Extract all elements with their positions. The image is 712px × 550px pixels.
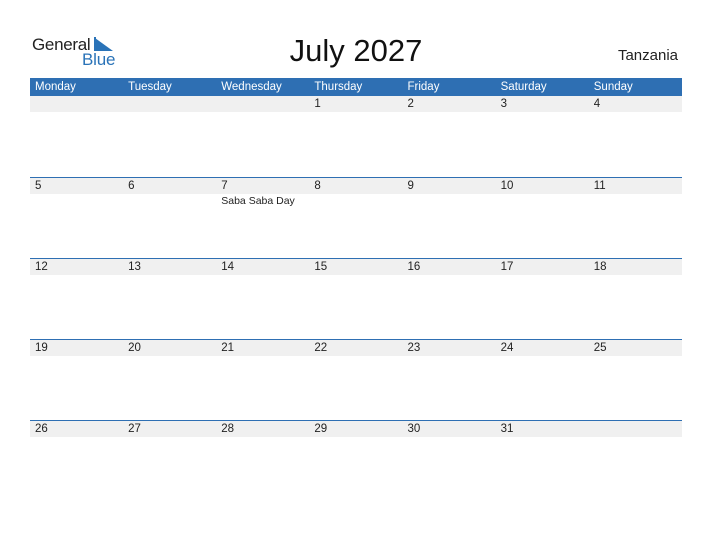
week-row: 1 2 3 4 bbox=[30, 96, 682, 177]
day-number: 2 bbox=[407, 98, 414, 110]
weekday-thursday: Thursday bbox=[314, 81, 363, 93]
day-number: 19 bbox=[35, 342, 48, 354]
day-number: 15 bbox=[314, 261, 328, 273]
day-number: 29 bbox=[314, 423, 328, 435]
holiday-event: Saba Saba Day bbox=[221, 195, 295, 207]
day-number: 26 bbox=[35, 423, 48, 435]
day-events bbox=[30, 194, 123, 208]
day-number: 13 bbox=[128, 261, 141, 273]
weekday-monday: Monday bbox=[35, 81, 76, 93]
day-number: 10 bbox=[500, 180, 514, 192]
weekday-tuesday: Tuesday bbox=[128, 81, 172, 93]
week-row: 12 13 14 15 16 17 18 bbox=[30, 258, 682, 339]
weekday-sunday: Sunday bbox=[593, 81, 633, 93]
day-number: 9 bbox=[407, 180, 414, 192]
week-row: 26 27 28 29 30 31 bbox=[30, 420, 682, 501]
week-row: 19 20 21 22 23 24 25 bbox=[30, 339, 682, 420]
day-number bbox=[30, 96, 123, 112]
day-number-row: 26 27 28 29 30 31 bbox=[30, 421, 682, 437]
day-number: 4 bbox=[593, 98, 601, 110]
day-number: 21 bbox=[221, 342, 235, 354]
day-events bbox=[496, 194, 589, 208]
day-number: 14 bbox=[221, 261, 235, 273]
weekday-saturday: Saturday bbox=[500, 81, 547, 93]
day-number: 17 bbox=[500, 261, 514, 273]
calendar: Monday Tuesday Wednesday Thursday Friday… bbox=[30, 78, 682, 501]
events-row: Saba Saba Day bbox=[30, 194, 682, 208]
day-number: 20 bbox=[128, 342, 141, 354]
day-events bbox=[589, 194, 682, 208]
day-events bbox=[403, 194, 496, 208]
day-number: 11 bbox=[593, 180, 606, 192]
day-number: 18 bbox=[593, 261, 607, 273]
day-number bbox=[123, 96, 216, 112]
day-number: 23 bbox=[407, 342, 421, 354]
day-number: 7 bbox=[221, 180, 228, 192]
day-number-row: 19 20 21 22 23 24 25 bbox=[30, 340, 682, 356]
day-number: 6 bbox=[128, 180, 135, 192]
day-number: 31 bbox=[500, 423, 514, 435]
day-number: 28 bbox=[221, 423, 235, 435]
day-number: 25 bbox=[593, 342, 607, 354]
day-events bbox=[123, 194, 216, 208]
day-number-row: 5 6 7 8 9 10 11 bbox=[30, 178, 682, 194]
day-number: 24 bbox=[500, 342, 514, 354]
day-number-row: 12 13 14 15 16 17 18 bbox=[30, 259, 682, 275]
day-number bbox=[589, 421, 682, 437]
day-number-row: 1 2 3 4 bbox=[30, 96, 682, 112]
weekday-friday: Friday bbox=[407, 81, 440, 93]
weeks-container: 1 2 3 4 5 6 7 8 9 10 11 Saba Saba Day 12 13 14 15 16 17 18… bbox=[30, 96, 682, 501]
weekday-header: Monday Tuesday Wednesday Thursday Friday… bbox=[30, 78, 682, 96]
week-row: 5 6 7 8 9 10 11 Saba Saba Day bbox=[30, 177, 682, 258]
day-number: 27 bbox=[128, 423, 141, 435]
day-number: 12 bbox=[35, 261, 48, 273]
day-number: 1 bbox=[314, 98, 321, 110]
day-events bbox=[309, 194, 402, 208]
day-number: 8 bbox=[314, 180, 321, 192]
country-label: Tanzania bbox=[617, 47, 678, 64]
day-number: 22 bbox=[314, 342, 328, 354]
day-number: 30 bbox=[407, 423, 421, 435]
day-number: 16 bbox=[407, 261, 421, 273]
weekday-wednesday: Wednesday bbox=[221, 81, 282, 93]
day-number: 3 bbox=[500, 98, 508, 110]
day-number: 5 bbox=[35, 180, 42, 192]
day-number bbox=[216, 96, 309, 112]
page-title: July 2027 bbox=[289, 33, 423, 68]
